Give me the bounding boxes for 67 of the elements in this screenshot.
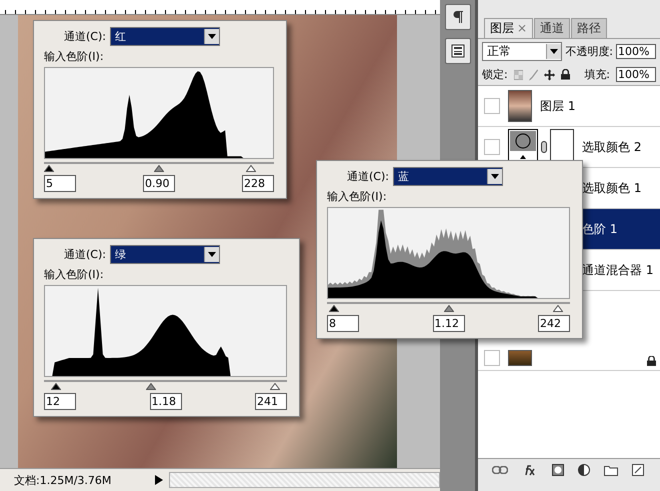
panel-tab[interactable]: 图层 × xyxy=(484,18,534,38)
shadow-input-field[interactable]: 8 xyxy=(327,315,359,332)
input-levels-label: 输入色阶(I): xyxy=(44,267,105,282)
channel-dropdown[interactable]: 红 xyxy=(110,27,220,46)
channel-label: 通道(C): xyxy=(64,29,106,44)
lock-label: 锁定: xyxy=(482,67,508,82)
layer-name: 选取颜色 2 xyxy=(582,138,642,156)
layer-thumbnail xyxy=(508,350,532,366)
channel-dropdown[interactable]: 蓝 xyxy=(392,167,503,186)
paragraph-icon xyxy=(452,10,464,24)
visibility-toggle[interactable] xyxy=(484,98,500,114)
shadow-slider[interactable] xyxy=(329,305,340,312)
link-icon[interactable] xyxy=(492,466,508,474)
play-icon[interactable] xyxy=(155,475,163,485)
folder-icon[interactable] xyxy=(604,464,618,476)
channel-label: 通道(C): xyxy=(347,169,389,184)
highlight-slider[interactable] xyxy=(246,165,256,172)
panel-button[interactable] xyxy=(444,38,470,64)
midtone-slider[interactable] xyxy=(146,383,156,390)
fill-label: 填充: xyxy=(584,67,610,82)
caret-icon xyxy=(208,252,216,257)
checkerboard-icon[interactable] xyxy=(514,70,523,80)
layer-thumbnail xyxy=(508,90,532,122)
midtone-slider[interactable] xyxy=(444,305,454,312)
layer-name: 选取颜色 1 xyxy=(582,180,642,196)
midtone-input-field[interactable]: 1.18 xyxy=(150,393,182,410)
channel-label: 通道(C): xyxy=(64,247,106,262)
midtone-input-field[interactable]: 0.90 xyxy=(143,175,175,192)
shadow-slider[interactable] xyxy=(51,383,62,390)
midtone-slider[interactable] xyxy=(154,165,164,172)
panel-tab[interactable]: 通道 xyxy=(534,18,570,38)
fill-field[interactable]: 100% xyxy=(616,67,656,82)
visibility-toggle[interactable] xyxy=(484,139,500,155)
highlight-input-field[interactable]: 242 xyxy=(538,315,570,332)
paragraph-button[interactable] xyxy=(444,4,470,30)
opacity-label: 不透明度: xyxy=(565,44,613,59)
layer-row[interactable]: 图层 1 xyxy=(478,86,660,127)
highlight-input-field[interactable]: 241 xyxy=(255,393,287,410)
caret-icon xyxy=(208,34,216,39)
caret-icon xyxy=(490,174,499,179)
caret-icon xyxy=(550,49,558,54)
horizontal-scrollbar[interactable] xyxy=(169,472,440,488)
channel-dropdown[interactable]: 绿 xyxy=(110,245,220,264)
layer-name: 图层 1 xyxy=(540,98,576,114)
layer-name: 色阶 1 xyxy=(582,220,618,238)
midtone-input-field[interactable]: 1.12 xyxy=(432,315,464,332)
panel-icon xyxy=(450,44,464,58)
shadow-slider[interactable] xyxy=(44,165,54,172)
new-layer-icon[interactable] xyxy=(632,464,644,476)
move-icon[interactable] xyxy=(544,68,556,80)
shadow-input-field[interactable]: 12 xyxy=(44,393,76,410)
blend-mode-dropdown[interactable]: 正常 xyxy=(482,42,562,61)
highlight-slider[interactable] xyxy=(552,305,563,312)
highlight-input-field[interactable]: 228 xyxy=(242,175,274,192)
opacity-field[interactable]: 100% xyxy=(616,44,656,59)
mask-icon[interactable] xyxy=(552,464,564,476)
link-icon xyxy=(541,141,547,153)
lock-icon[interactable] xyxy=(561,69,570,80)
input-levels-label: 输入色阶(I): xyxy=(327,189,388,204)
visibility-toggle[interactable] xyxy=(484,350,500,366)
adjustment-icon[interactable] xyxy=(578,464,590,476)
input-levels-label: 输入色阶(I): xyxy=(44,49,105,64)
shadow-input-field[interactable]: 5 xyxy=(44,175,76,192)
panel-tab[interactable]: 路径 xyxy=(571,18,608,38)
document-size-text: 文档:1.25M/3.76M xyxy=(14,472,112,488)
highlight-slider[interactable] xyxy=(270,383,280,390)
layer-name: 通道混合器 1 xyxy=(582,262,654,278)
